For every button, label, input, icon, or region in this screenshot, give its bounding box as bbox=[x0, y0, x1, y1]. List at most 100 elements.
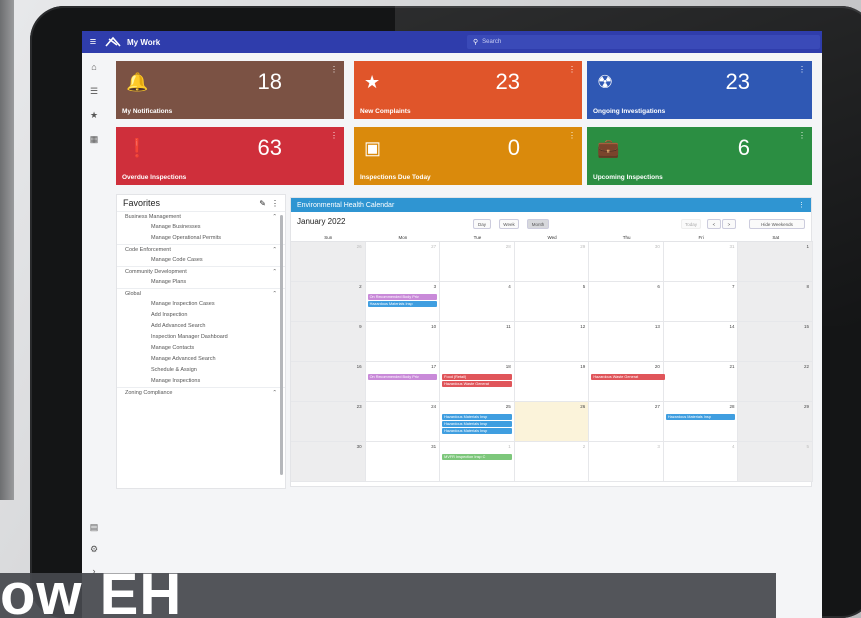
calendar-day[interactable]: 7 bbox=[663, 282, 739, 322]
calendar-day[interactable]: 2 bbox=[514, 442, 590, 482]
favorites-link[interactable]: Manage Operational Permits bbox=[117, 233, 285, 244]
next-month-button[interactable]: > bbox=[722, 219, 736, 229]
calendar-day[interactable]: 5 bbox=[738, 442, 814, 482]
calendar-day[interactable]: 28 Hazardous Materials Insp bbox=[663, 402, 739, 442]
calendar-day[interactable]: 4 bbox=[663, 442, 739, 482]
calendar-event[interactable]: On Recommended Body Priv bbox=[367, 294, 438, 300]
calendar-day[interactable]: 30 bbox=[589, 242, 664, 282]
favorites-link[interactable]: Manage Advanced Search bbox=[117, 354, 285, 365]
chevron-up-icon[interactable]: ⌃ bbox=[272, 247, 277, 253]
tile-inspections-due-today[interactable]: ▣ 0 Inspections Due Today ⋮ bbox=[354, 127, 582, 185]
favorites-link[interactable]: Add Inspection bbox=[117, 310, 285, 321]
kebab-menu-icon[interactable]: ⋮ bbox=[568, 131, 576, 140]
calendar-day[interactable]: 24 bbox=[365, 402, 441, 442]
calendar-event[interactable]: Hazardous Materials Insp bbox=[442, 421, 512, 427]
kebab-menu-icon[interactable]: ⋮ bbox=[798, 131, 806, 140]
favorites-link[interactable]: Manage Businesses bbox=[117, 222, 285, 233]
calendar-day[interactable]: 6 bbox=[589, 282, 664, 322]
grid-icon[interactable]: ▦ bbox=[88, 133, 100, 145]
home-icon[interactable]: ⌂ bbox=[88, 61, 100, 73]
edit-icon[interactable]: ✎ bbox=[259, 199, 266, 208]
calendar-day[interactable]: 3 On Recommended Body Priv Hazardous Mater… bbox=[365, 282, 441, 322]
chevron-up-icon[interactable]: ⌃ bbox=[272, 269, 277, 275]
calendar-day[interactable]: 16 bbox=[291, 362, 366, 402]
calendar-day[interactable]: 2 bbox=[291, 282, 366, 322]
calendar-day[interactable]: 20 Hazardous Waste Generat bbox=[589, 362, 665, 402]
calendar-day[interactable]: 10 bbox=[365, 322, 441, 362]
favorites-link[interactable]: Manage Contacts bbox=[117, 343, 285, 354]
chevron-up-icon[interactable]: ⌃ bbox=[272, 390, 277, 396]
kebab-menu-icon[interactable]: ⋮ bbox=[798, 65, 806, 74]
favorites-group[interactable]: Global ⌃ bbox=[117, 288, 285, 299]
calendar-day[interactable]: 31 bbox=[663, 242, 739, 282]
favorites-link[interactable]: Manage Plans bbox=[117, 277, 285, 288]
favorites-link[interactable]: Manage Inspection Cases bbox=[117, 299, 285, 310]
view-day-button[interactable]: Day bbox=[473, 219, 491, 229]
kebab-menu-icon[interactable]: ⋮ bbox=[271, 199, 279, 208]
calendar-day[interactable]: 3 bbox=[589, 442, 664, 482]
favorites-group[interactable]: Code Enforcement ⌃ bbox=[117, 244, 285, 255]
calendar-event[interactable]: Hazardous Waste Generat bbox=[591, 374, 665, 380]
calendar-day[interactable]: 30 bbox=[291, 442, 366, 482]
tile-ongoing-investigations[interactable]: ☢ 23 Ongoing Investigations ⋮ bbox=[587, 61, 812, 119]
menu-icon[interactable]: ≡ bbox=[82, 36, 104, 48]
calendar-day[interactable]: 27 bbox=[589, 402, 664, 442]
calendar-day[interactable]: 22 bbox=[738, 362, 814, 402]
tile-new-complaints[interactable]: ★ 23 New Complaints ⋮ bbox=[354, 61, 582, 119]
calendar-day[interactable]: 29 bbox=[738, 402, 814, 442]
calendar-event[interactable]: Hazardous Materials Insp bbox=[367, 301, 438, 307]
kebab-menu-icon[interactable]: ⋮ bbox=[798, 201, 805, 209]
view-week-button[interactable]: Week bbox=[499, 219, 519, 229]
favorites-link[interactable]: Inspection Manager Dashboard bbox=[117, 332, 285, 343]
calendar-day[interactable]: 23 bbox=[291, 402, 366, 442]
calendar-day[interactable]: 27 bbox=[365, 242, 441, 282]
calendar-day[interactable]: 17 On Recommended Body Priv bbox=[365, 362, 441, 402]
calendar-day[interactable]: 31 bbox=[365, 442, 441, 482]
favorites-group[interactable]: Business Management ⌃ bbox=[117, 211, 285, 222]
search-input[interactable]: ⚲ Search bbox=[467, 35, 820, 49]
calendar-day[interactable]: 21 bbox=[663, 362, 739, 402]
calendar-day[interactable]: 14 bbox=[663, 322, 739, 362]
kebab-menu-icon[interactable]: ⋮ bbox=[330, 65, 338, 74]
calendar-day[interactable]: 12 bbox=[514, 322, 590, 362]
calendar-day[interactable]: 9 bbox=[291, 322, 366, 362]
calendar-day[interactable]: 11 bbox=[440, 322, 515, 362]
view-month-button[interactable]: Month bbox=[527, 219, 549, 229]
favorites-link[interactable]: Manage Code Cases bbox=[117, 255, 285, 266]
calendar-day[interactable]: 1 bbox=[738, 242, 814, 282]
calendar-event[interactable]: On Recommended Body Priv bbox=[367, 374, 438, 380]
chevron-up-icon[interactable]: ⌃ bbox=[272, 291, 277, 297]
hide-weekends-button[interactable]: Hide Weekends bbox=[749, 219, 805, 229]
calendar-event[interactable]: Hazardous Materials Insp bbox=[665, 414, 736, 420]
calendar-event[interactable]: Hazardous Waste Generat bbox=[442, 381, 512, 387]
calendar-event[interactable]: Hazardous Materials Insp bbox=[442, 428, 512, 434]
tile-my-notifications[interactable]: 🔔 18 My Notifications ⋮ bbox=[116, 61, 344, 119]
favorites-link[interactable]: Add Advanced Search bbox=[117, 321, 285, 332]
calendar-day[interactable]: 28 bbox=[440, 242, 515, 282]
favorites-scrollbar[interactable] bbox=[280, 215, 283, 475]
prev-month-button[interactable]: < bbox=[707, 219, 721, 229]
calendar-day[interactable]: 8 bbox=[738, 282, 814, 322]
calendar-day[interactable]: 15 bbox=[738, 322, 814, 362]
favorites-link[interactable]: Manage Inspections bbox=[117, 376, 285, 387]
calendar-event[interactable]: Hazardous Materials Insp bbox=[442, 414, 512, 420]
chevron-up-icon[interactable]: ⌃ bbox=[272, 214, 277, 220]
gear-icon[interactable]: ⚙ bbox=[88, 543, 100, 555]
calendar-day[interactable]: 29 bbox=[514, 242, 590, 282]
favorites-link[interactable]: Schedule & Assign bbox=[117, 365, 285, 376]
calendar-day[interactable]: 1 MVFR Inspection Insp C bbox=[440, 442, 515, 482]
today-button[interactable]: Today bbox=[681, 219, 701, 229]
kebab-menu-icon[interactable]: ⋮ bbox=[568, 65, 576, 74]
calendar-day[interactable]: 26 bbox=[291, 242, 366, 282]
calendar-event[interactable]: Food (Retail) bbox=[442, 374, 512, 380]
calendar-day[interactable]: 19 bbox=[514, 362, 590, 402]
document-icon[interactable]: ▤ bbox=[88, 521, 100, 533]
tile-upcoming-inspections[interactable]: 💼 6 Upcoming Inspections ⋮ bbox=[587, 127, 812, 185]
calendar-day[interactable]: 18 Food (Retail) Hazardous Waste Generat bbox=[440, 362, 515, 402]
favorites-group[interactable]: Community Development ⌃ bbox=[117, 266, 285, 277]
kebab-menu-icon[interactable]: ⋮ bbox=[330, 131, 338, 140]
calendar-day[interactable]: 5 bbox=[514, 282, 590, 322]
calendar-day[interactable]: 4 bbox=[440, 282, 515, 322]
calendar-day[interactable]: 25 Hazardous Materials Insp Hazardous Mate… bbox=[440, 402, 515, 442]
star-icon[interactable]: ★ bbox=[88, 109, 100, 121]
